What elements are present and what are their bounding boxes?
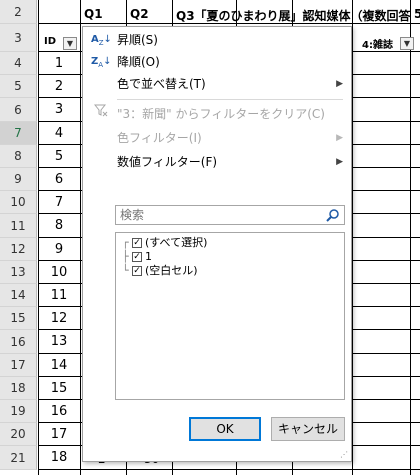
grid-column-line — [352, 0, 353, 475]
menu-item-clear-filter[interactable]: "3：新聞" からフィルターをクリア(C) — [83, 103, 351, 125]
menu-item-label: 色で並べ替え(T) — [117, 77, 206, 91]
q1-header: Q1 — [84, 7, 103, 21]
search-icon — [326, 208, 340, 222]
id-cell[interactable]: 15 — [38, 377, 80, 400]
row-header[interactable]: 13 — [0, 261, 37, 284]
id-cell[interactable]: 16 — [38, 400, 80, 423]
id-cell[interactable]: 18 — [38, 446, 80, 470]
menu-item-label: 降順(O) — [117, 55, 160, 69]
search-field[interactable] — [115, 205, 345, 225]
clear-filter-icon — [91, 103, 111, 126]
list-item-select-all[interactable]: ┌ ✓ (すべて選択) — [122, 236, 207, 250]
id-cell[interactable]: 13 — [38, 330, 80, 354]
row-header[interactable]: 21 — [0, 446, 37, 470]
list-item-label: 1 — [145, 250, 152, 263]
row-header[interactable]: 4 — [0, 52, 37, 75]
row-header[interactable]: 2 — [0, 0, 37, 24]
list-item-label: (空白セル) — [145, 264, 198, 277]
row-header[interactable]: 12 — [0, 238, 37, 261]
filter-dropdown-button[interactable]: ▼ — [63, 37, 77, 50]
row-header[interactable]: 5 — [0, 75, 37, 98]
filter-value-list: ┌ ✓ (すべて選択) ├ ✓ 1 └ ✓ (空白セル) — [115, 232, 345, 400]
menu-item-label: 昇順(S) — [117, 33, 158, 47]
id-cell[interactable]: 3 — [38, 98, 80, 122]
menu-item-label: 数値フィルター(F) — [117, 155, 218, 169]
row-header[interactable]: 15 — [0, 307, 37, 330]
row-header[interactable]: 8 — [0, 145, 37, 168]
id-cell[interactable]: 11 — [38, 284, 80, 307]
checkbox-checked-icon[interactable]: ✓ — [132, 266, 142, 276]
menu-item-number-filter[interactable]: 数値フィルター(F) ▶ — [83, 151, 351, 173]
filter-dropdown-menu: AZ↓ 昇順(S) ZA↓ 降順(O) 色で並べ替え(T) ▶ "3：新聞" か… — [82, 26, 352, 462]
checkbox-checked-icon[interactable]: ✓ — [132, 238, 142, 248]
q2-header: Q2 — [130, 7, 149, 21]
list-item-blank[interactable]: └ ✓ (空白セル) — [122, 264, 198, 278]
checkbox-checked-icon[interactable]: ✓ — [132, 252, 142, 262]
list-item-label: (すべて選択) — [145, 236, 208, 249]
filter-dropdown-button[interactable]: ▼ — [400, 37, 414, 50]
row-header[interactable]: 10 — [0, 191, 37, 214]
id-cell[interactable]: 6 — [38, 168, 80, 191]
row-header[interactable]: 7 — [0, 122, 37, 145]
q3-title: Q3「夏のひまわり展」認知媒体（複数回答 — [176, 9, 410, 23]
row-header[interactable]: 11 — [0, 214, 37, 238]
id-cell[interactable]: 9 — [38, 238, 80, 261]
id-cell[interactable]: 12 — [38, 307, 80, 330]
menu-item-color-filter[interactable]: 色フィルター(I) ▶ — [83, 127, 351, 149]
grid-column-line — [80, 0, 81, 475]
column-header-5: 5 — [414, 7, 420, 21]
grid-column-line — [410, 0, 411, 475]
row-header[interactable]: 17 — [0, 354, 37, 377]
menu-item-sort-ascending[interactable]: AZ↓ 昇順(S) — [83, 29, 351, 51]
search-input[interactable] — [116, 206, 324, 224]
row-header[interactable]: 6 — [0, 98, 37, 122]
id-cell[interactable]: 2 — [38, 75, 80, 98]
ok-button[interactable]: OK — [189, 417, 261, 441]
id-cell[interactable]: 7 — [38, 191, 80, 214]
menu-item-label: "3：新聞" からフィルターをクリア(C) — [117, 107, 325, 121]
row-header[interactable]: 14 — [0, 284, 37, 307]
list-item-1[interactable]: ├ ✓ 1 — [122, 250, 152, 264]
menu-item-sort-by-color[interactable]: 色で並べ替え(T) ▶ — [83, 73, 351, 95]
id-cell[interactable]: 1 — [38, 52, 80, 75]
menu-separator — [117, 99, 343, 100]
row-header[interactable]: 3 — [0, 24, 37, 52]
id-cell[interactable]: 5 — [38, 145, 80, 168]
id-cell[interactable]: 4 — [38, 122, 80, 145]
row-header[interactable]: 19 — [0, 400, 37, 423]
submenu-arrow-icon: ▶ — [336, 79, 343, 89]
submenu-arrow-icon: ▶ — [336, 133, 343, 143]
row-header[interactable]: 18 — [0, 377, 37, 400]
id-cell[interactable]: 14 — [38, 354, 80, 377]
submenu-arrow-icon: ▶ — [336, 157, 343, 167]
id-cell[interactable]: 10 — [38, 261, 80, 284]
id-cell[interactable]: 17 — [38, 423, 80, 446]
resize-grip-icon[interactable]: ⋰ — [340, 450, 348, 459]
id-cell[interactable]: 8 — [38, 214, 80, 238]
menu-item-label: 色フィルター(I) — [117, 131, 202, 145]
row-header[interactable]: 16 — [0, 330, 37, 354]
row-header[interactable]: 9 — [0, 168, 37, 191]
cancel-button[interactable]: キャンセル — [271, 417, 345, 441]
menu-item-sort-descending[interactable]: ZA↓ 降順(O) — [83, 51, 351, 73]
row-header[interactable]: 20 — [0, 423, 37, 446]
